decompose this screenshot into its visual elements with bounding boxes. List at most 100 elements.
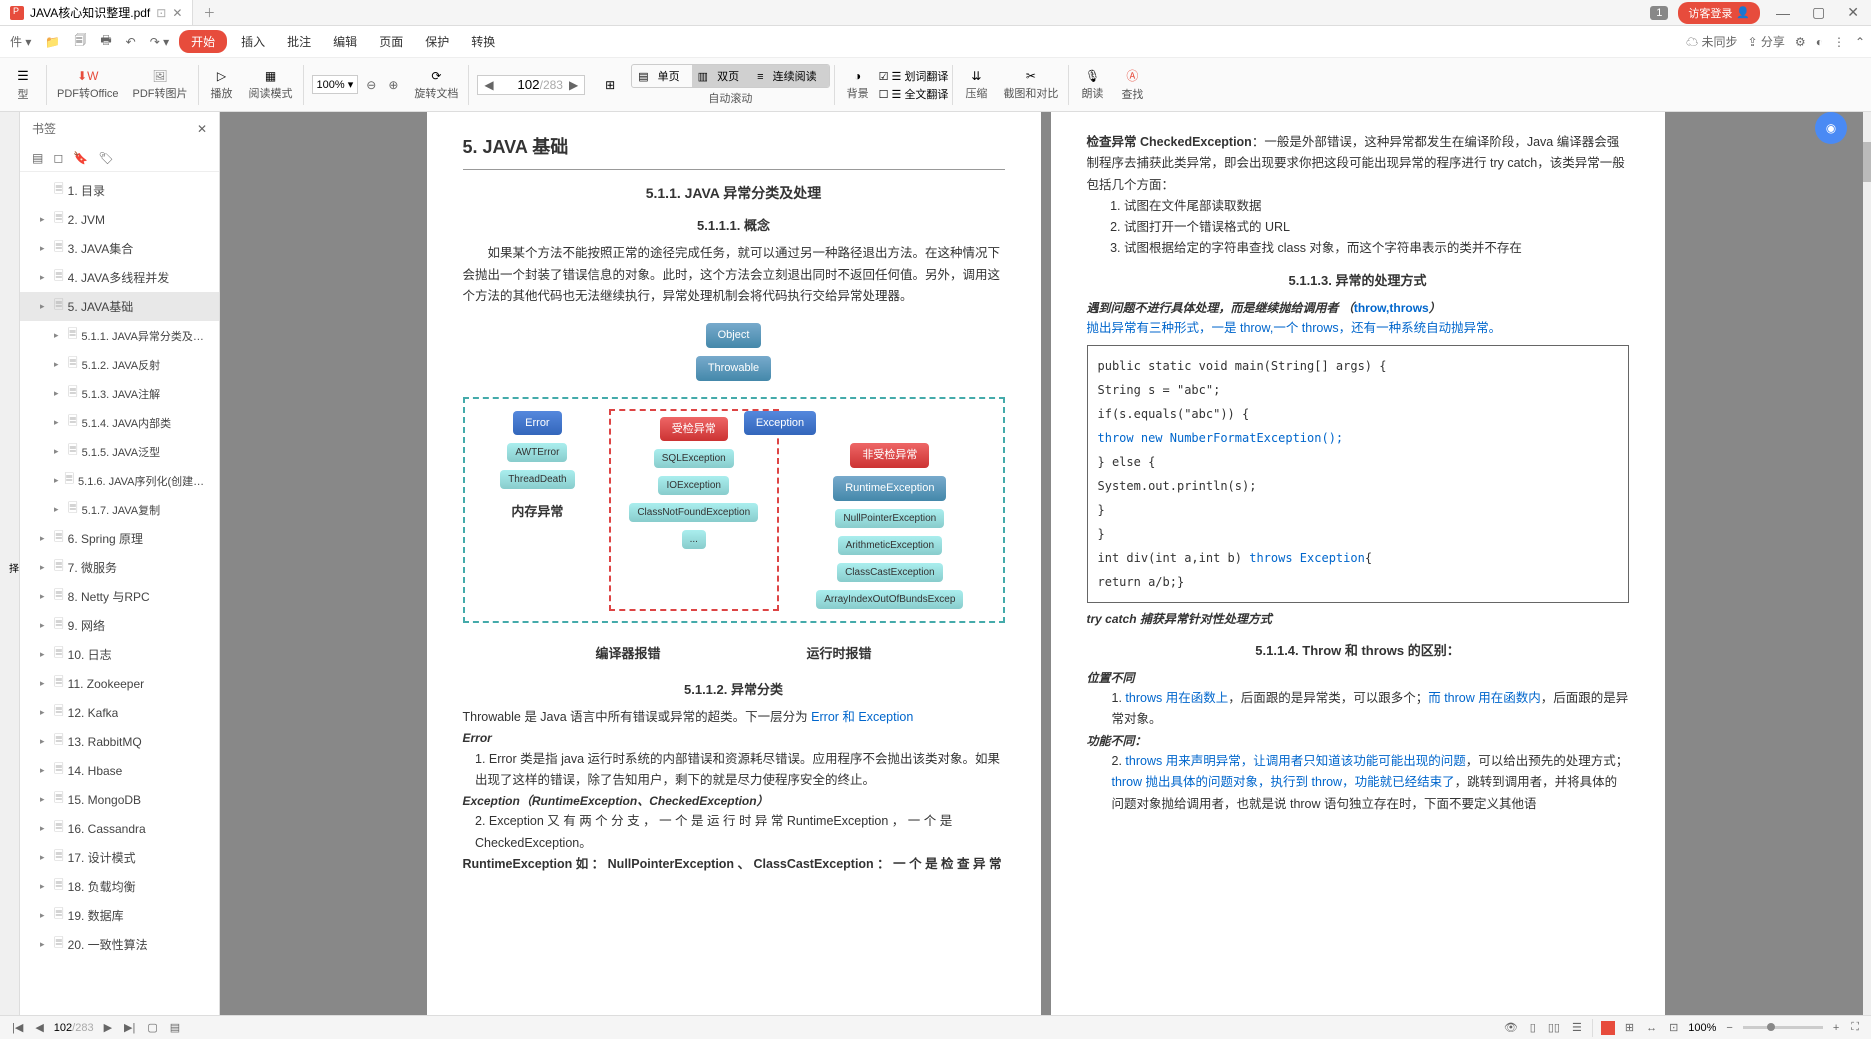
bookmark-item[interactable]: ▸🗏6. Spring 原理 <box>20 524 219 553</box>
bookmark-item[interactable]: ▸🗏18. 负载均衡 <box>20 872 219 901</box>
save-icon[interactable]: 🗐 <box>70 29 90 54</box>
eye-protect-icon[interactable]: 👁 <box>1502 1021 1520 1034</box>
first-page-icon[interactable]: |◀ <box>10 1021 25 1034</box>
bookmark-item[interactable]: ▸🗏5.1.6. JAVA序列化(创建可复用的Java对象) <box>20 466 219 495</box>
open-icon[interactable]: 📁 <box>41 33 64 51</box>
zoom-out-icon[interactable]: ⊖ <box>362 76 380 94</box>
tab-close-icon[interactable]: ✕ <box>172 6 182 20</box>
left-rail-toggle[interactable]: ☰型 <box>4 66 42 104</box>
pdf-to-image-button[interactable]: 🖼PDF转图片 <box>127 67 194 103</box>
bookmark-item[interactable]: ▸🗏5.1.4. JAVA内部类 <box>20 408 219 437</box>
pdf-to-office-button[interactable]: ⬇WPDF转Office <box>51 67 125 103</box>
bookmark-item[interactable]: ▸🗏4. JAVA多线程并发 <box>20 263 219 292</box>
file-menu-dropdown[interactable]: 件 ▾ <box>6 31 35 52</box>
zoom-select[interactable]: 100% ▾ <box>312 75 359 94</box>
menu-convert[interactable]: 转换 <box>463 30 503 53</box>
last-page-icon[interactable]: ▶| <box>122 1021 137 1034</box>
page-next-icon[interactable]: ▶ <box>563 76 584 94</box>
autoscroll-button[interactable]: 自动滚动 <box>631 90 829 106</box>
view-continuous-icon[interactable]: ☰ <box>1570 1021 1584 1034</box>
bookmark-item[interactable]: ▸🗏7. 微服务 <box>20 553 219 582</box>
bookmark-item[interactable]: ▸🗏20. 一致性算法 <box>20 930 219 959</box>
fullscreen-icon[interactable]: ⛶ <box>1849 1021 1861 1034</box>
window-minimize-icon[interactable]: — <box>1770 5 1796 21</box>
share-button[interactable]: ⇪ 分享 <box>1748 33 1785 50</box>
thumbnail-icon[interactable]: ⊞ <box>1623 1021 1636 1034</box>
bookmark-item[interactable]: ▸🗏14. Hbase <box>20 756 219 785</box>
collapse-ribbon-icon[interactable]: ⌃ <box>1855 35 1865 49</box>
bookmark-item[interactable]: ▸🗏5.1.2. JAVA反射 <box>20 350 219 379</box>
print-icon[interactable]: 🖶 <box>96 29 115 54</box>
notification-badge[interactable]: 1 <box>1650 6 1668 20</box>
status-page-icon[interactable]: ▤ <box>168 1021 182 1034</box>
menu-protect[interactable]: 保护 <box>417 30 457 53</box>
status-bookmark-icon[interactable]: ▢ <box>145 1021 159 1034</box>
zoom-out-status-icon[interactable]: − <box>1724 1022 1734 1034</box>
view-single-icon[interactable]: ▯ <box>1528 1021 1538 1034</box>
zoom-slider[interactable] <box>1743 1026 1823 1029</box>
next-page-icon[interactable]: ▶ <box>102 1021 114 1034</box>
fit-width-icon[interactable]: ↔ <box>1644 1022 1659 1034</box>
tab-pin-icon[interactable]: ⊡ <box>156 6 166 20</box>
bookmark-item[interactable]: ▸🗏5. JAVA基础 <box>20 292 219 321</box>
bookmark-tool-4-icon[interactable]: 🏷 <box>98 151 113 165</box>
bookmark-item[interactable]: ▸🗏10. 日志 <box>20 640 219 669</box>
menu-insert[interactable]: 插入 <box>233 30 273 53</box>
skin-icon[interactable]: ◐ <box>1816 35 1823 49</box>
bookmark-item[interactable]: ▸🗏16. Cassandra <box>20 814 219 843</box>
read-mode-button[interactable]: ▦阅读模式 <box>243 67 299 103</box>
bookmark-item[interactable]: ▸🗏9. 网络 <box>20 611 219 640</box>
sidebar-close-icon[interactable]: ✕ <box>197 122 207 136</box>
new-tab-button[interactable]: ＋ <box>193 4 225 21</box>
full-translate-button[interactable]: ☐ ☰ 全文翻译 <box>879 86 949 102</box>
bookmark-item[interactable]: ▸🗏17. 设计模式 <box>20 843 219 872</box>
bookmark-tool-3-icon[interactable]: 🔖 <box>73 151 88 165</box>
bookmark-item[interactable]: ▸🗏2. JVM <box>20 205 219 234</box>
file-tab[interactable]: JAVA核心知识整理.pdf ⊡ ✕ <box>0 0 193 25</box>
prev-page-icon[interactable]: ◀ <box>33 1021 45 1034</box>
single-page-mode[interactable]: ▤ 单页 <box>632 65 691 87</box>
page-arrange-button[interactable]: ⊞ <box>591 76 629 94</box>
zoom-in-icon[interactable]: ⊕ <box>384 76 402 94</box>
bookmark-item[interactable]: ▸🗏13. RabbitMQ <box>20 727 219 756</box>
present-icon[interactable] <box>1601 1021 1615 1035</box>
menu-edit[interactable]: 编辑 <box>325 30 365 53</box>
background-button[interactable]: ◑背景 <box>839 67 877 103</box>
menu-start[interactable]: 开始 <box>179 30 227 53</box>
floating-assistant-button[interactable]: ◉ <box>1815 112 1847 144</box>
read-aloud-button[interactable]: 🎙朗读 <box>1073 67 1111 103</box>
play-button[interactable]: ▷播放 <box>203 67 241 103</box>
find-button[interactable]: Ⓐ查找 <box>1113 65 1151 104</box>
vertical-scrollbar[interactable] <box>1863 112 1871 1015</box>
window-maximize-icon[interactable]: ▢ <box>1806 4 1831 21</box>
window-close-icon[interactable]: ✕ <box>1841 4 1865 21</box>
settings-icon[interactable]: ⚙ <box>1795 35 1806 49</box>
fit-page-icon[interactable]: ⊡ <box>1667 1021 1680 1034</box>
sync-status[interactable]: ☁ 未同步 <box>1686 33 1737 50</box>
word-translate-button[interactable]: ☑ ☰ 划词翻译 <box>879 68 949 84</box>
bookmark-item[interactable]: ▸🗏5.1.5. JAVA泛型 <box>20 437 219 466</box>
bookmark-item[interactable]: ▸🗏8. Netty 与RPC <box>20 582 219 611</box>
menu-annotate[interactable]: 批注 <box>279 30 319 53</box>
bookmark-item[interactable]: 🗏1. 目录 <box>20 176 219 205</box>
rail-select-icon[interactable]: 择 <box>9 560 19 575</box>
bookmark-item[interactable]: ▸🗏3. JAVA集合 <box>20 234 219 263</box>
view-double-icon[interactable]: ▯▯ <box>1546 1021 1562 1034</box>
more-icon[interactable]: ⋮ <box>1833 35 1845 49</box>
bookmark-item[interactable]: ▸🗏5.1.1. JAVA异常分类及处理 <box>20 321 219 350</box>
bookmark-item[interactable]: ▸🗏15. MongoDB <box>20 785 219 814</box>
menu-page[interactable]: 页面 <box>371 30 411 53</box>
bookmark-tool-2-icon[interactable]: ◻ <box>53 151 63 165</box>
screenshot-button[interactable]: ✂截图和对比 <box>997 67 1064 103</box>
bookmark-item[interactable]: ▸🗏5.1.3. JAVA注解 <box>20 379 219 408</box>
bookmark-item[interactable]: ▸🗏11. Zookeeper <box>20 669 219 698</box>
bookmark-item[interactable]: ▸🗏12. Kafka <box>20 698 219 727</box>
page-prev-icon[interactable]: ◀ <box>478 76 499 94</box>
bookmark-item[interactable]: ▸🗏5.1.7. JAVA复制 <box>20 495 219 524</box>
bookmark-tool-1-icon[interactable]: ▤ <box>32 151 43 165</box>
rotate-button[interactable]: ⟳旋转文档 <box>408 67 464 103</box>
zoom-in-status-icon[interactable]: + <box>1831 1022 1841 1034</box>
bookmark-item[interactable]: ▸🗏19. 数据库 <box>20 901 219 930</box>
compress-button[interactable]: ⇊压缩 <box>957 67 995 103</box>
document-viewport[interactable]: 5. JAVA 基础 5.1.1. JAVA 异常分类及处理 5.1.1.1. … <box>220 112 1871 1015</box>
